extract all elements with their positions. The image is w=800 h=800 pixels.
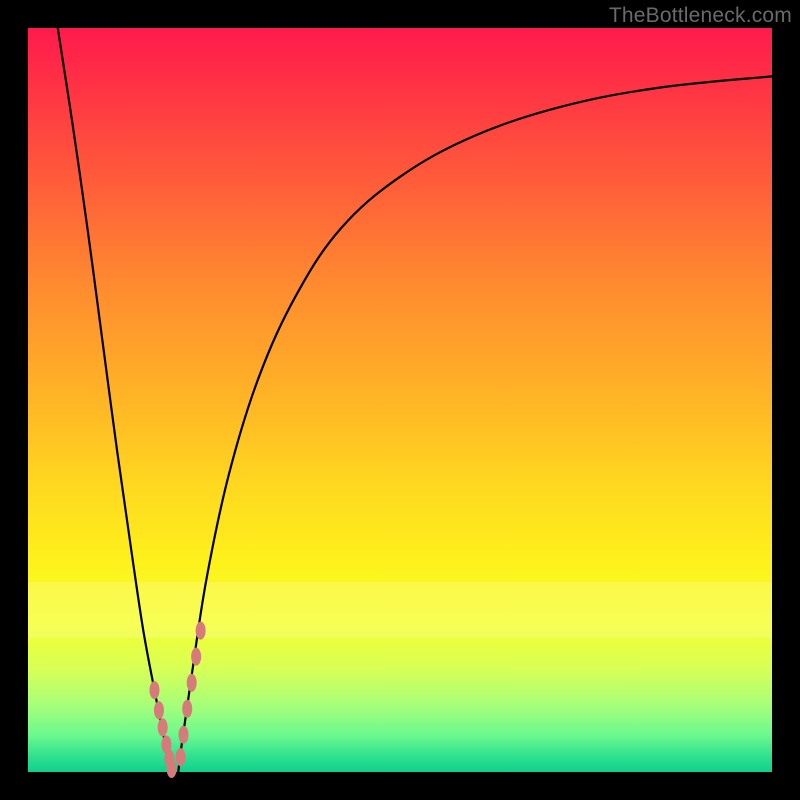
watermark-text: TheBottleneck.com [609, 4, 792, 28]
data-marker [167, 760, 177, 778]
curve-left-curve [58, 28, 172, 772]
data-marker [149, 681, 159, 699]
data-marker [196, 622, 206, 640]
data-marker [179, 726, 189, 744]
marker-layer [149, 622, 205, 778]
plot-area [28, 28, 772, 772]
data-marker [182, 700, 192, 718]
curve-right-curve [178, 76, 772, 772]
data-marker [191, 648, 201, 666]
curve-layer [58, 28, 772, 772]
data-marker [176, 748, 186, 766]
data-marker [154, 701, 164, 719]
data-marker [158, 718, 168, 736]
chart-svg [28, 28, 772, 772]
data-marker [187, 674, 197, 692]
